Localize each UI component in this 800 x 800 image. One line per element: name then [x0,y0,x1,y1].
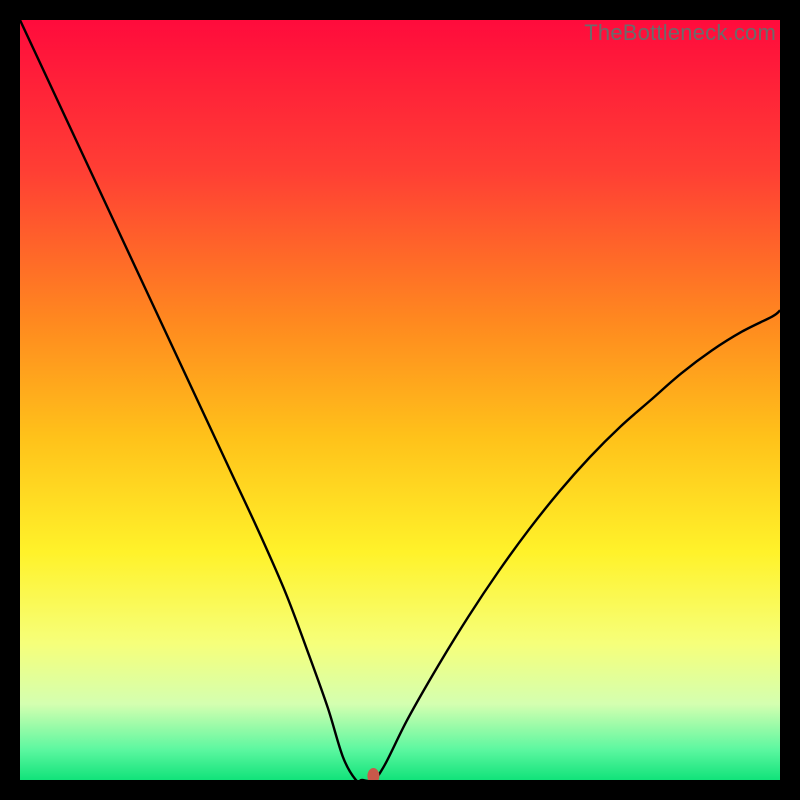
gradient-background [20,20,780,780]
watermark-text: TheBottleneck.com [584,20,776,46]
chart-frame: TheBottleneck.com [0,0,800,800]
plot-area: TheBottleneck.com [20,20,780,780]
bottleneck-chart [20,20,780,780]
